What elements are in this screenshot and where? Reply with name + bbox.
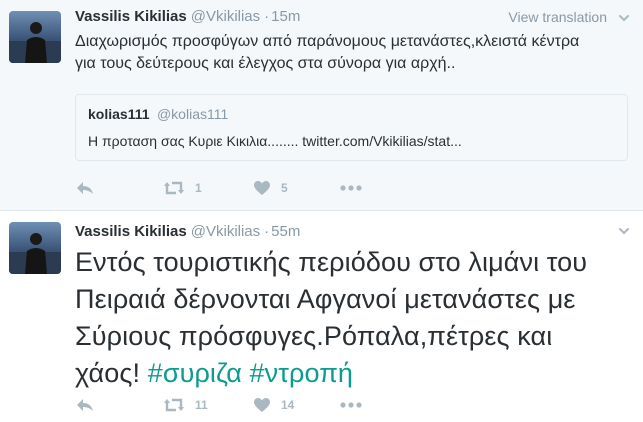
timestamp[interactable]: 55m: [271, 223, 300, 240]
tweet-text: Διαχωρισμός προσφύγων από παράνομους μετ…: [75, 31, 635, 75]
like-count: 5: [281, 181, 288, 195]
reply-icon: [75, 180, 95, 196]
tweet-text: Εντός τουριστικής περιόδου στο λιμάνι το…: [75, 244, 635, 392]
quoted-tweet-text: Η προταση σας Κυριε Κικιλια........ twit…: [88, 133, 462, 149]
view-translation-link[interactable]: View translation: [508, 9, 607, 25]
tweet-text-line: για τους δεύτερους και έλεγχος στα σύνορ…: [75, 55, 456, 72]
separator: ·: [264, 8, 270, 25]
retweet-icon: [163, 397, 185, 413]
retweet-count: 11: [195, 398, 208, 412]
more-button[interactable]: [340, 395, 362, 415]
retweet-icon: [163, 180, 185, 196]
tweet-text-plain: χάος!: [75, 358, 148, 388]
avatar[interactable]: [9, 222, 61, 274]
tweet-text-line: Εντός τουριστικής περιόδου στο λιμάνι το…: [75, 247, 588, 277]
heart-icon: [253, 180, 271, 196]
author-fullname[interactable]: Vassilis Kikilias: [75, 223, 187, 240]
more-icon: [340, 402, 362, 408]
avatar[interactable]: [9, 11, 61, 63]
tweet-text-line: Διαχωρισμός προσφύγων από παράνομους μετ…: [75, 33, 580, 50]
retweet-button[interactable]: 1: [163, 178, 202, 198]
retweet-count: 1: [195, 181, 202, 195]
author-fullname[interactable]: Vassilis Kikilias: [75, 8, 187, 25]
like-button[interactable]: 5: [253, 178, 288, 198]
quoted-author-fullname: kolias111: [88, 106, 150, 122]
quoted-tweet[interactable]: kolias111 @kolias111 Η προταση σας Κυριε…: [75, 94, 628, 161]
tweet-text-line: χάος! #συριζα #ντροπή: [75, 355, 635, 392]
caret-down-icon[interactable]: [617, 224, 631, 238]
author-username[interactable]: @Vkikilias: [191, 8, 260, 25]
tweet-text-line: Πειραιά δέρνονται Αφγανοί μετανάστες με: [75, 284, 576, 314]
author-username[interactable]: @Vkikilias: [191, 223, 260, 240]
hashtag-link[interactable]: #συριζα: [148, 358, 242, 388]
quoted-author-username: @kolias111: [156, 106, 229, 122]
heart-icon: [253, 397, 271, 413]
timestamp[interactable]: 15m: [271, 8, 300, 25]
caret-down-icon[interactable]: [617, 11, 631, 25]
retweet-button[interactable]: 11: [163, 395, 208, 415]
tweet-text-line: Σύριους πρόσφυγες.Ρόπαλα,πέτρες και: [75, 321, 553, 351]
tweet-header: Vassilis Kikilias @Vkikilias · 55m: [75, 223, 300, 243]
more-button[interactable]: [340, 178, 362, 198]
tweet[interactable]: Vassilis Kikilias @Vkikilias · 15m View …: [0, 0, 643, 211]
reply-button[interactable]: [75, 395, 95, 415]
hashtag-link[interactable]: #ντροπή: [250, 358, 354, 388]
like-count: 14: [281, 398, 295, 412]
reply-button[interactable]: [75, 178, 95, 198]
reply-icon: [75, 397, 95, 413]
more-icon: [340, 185, 362, 191]
like-button[interactable]: 14: [253, 395, 294, 415]
separator: ·: [264, 223, 270, 240]
quoted-tweet-header: kolias111 @kolias111: [88, 106, 228, 124]
tweet[interactable]: Vassilis Kikilias @Vkikilias · 55m Εντός…: [0, 211, 643, 422]
tweet-header: Vassilis Kikilias @Vkikilias · 15m: [75, 8, 300, 28]
